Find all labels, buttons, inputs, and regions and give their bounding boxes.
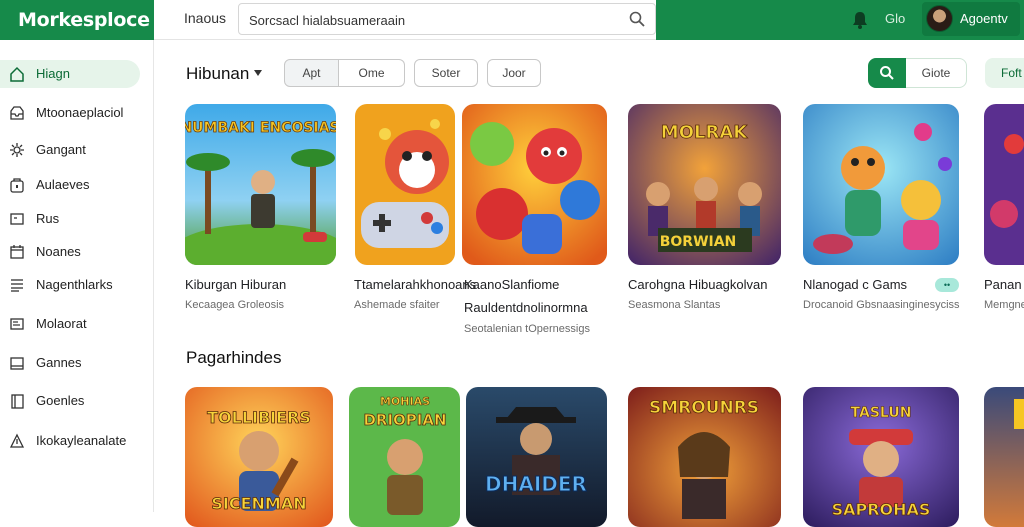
sidebar-item-label: Gangant xyxy=(36,142,86,157)
game-card-image[interactable]: MOLRAK BORWIAN xyxy=(628,104,781,265)
filter-segment-apt[interactable]: Apt xyxy=(284,59,339,87)
card-art-title: MOLRAK xyxy=(661,122,748,143)
filter-segment-ome[interactable]: Ome xyxy=(339,59,405,87)
card-subtitle: Ashemade sfaiter xyxy=(354,299,440,311)
top-bar: Morkesploce Inaous Glo Agoentv xyxy=(0,0,1024,40)
section-title[interactable]: Hibunan xyxy=(186,64,249,84)
top-label: Inaous xyxy=(184,10,227,26)
book-icon xyxy=(11,394,24,409)
sidebar-item-gannes[interactable]: Gannes xyxy=(0,349,154,377)
section-title-row2: Pagarhindes xyxy=(186,348,282,367)
card-subtitle: Kecaagea Groleosis xyxy=(185,299,285,311)
extra-button[interactable]: Foft xyxy=(985,58,1024,88)
filter-button-soter[interactable]: Soter xyxy=(414,59,478,87)
sidebar-item-label: Nagenthlarks xyxy=(36,277,113,292)
card-title[interactable]: Kiburgan Hiburan xyxy=(185,277,286,292)
card-subtitle: Drocanoid Gbsnaasinginesyciss xyxy=(803,299,960,311)
calendar-icon xyxy=(10,245,24,259)
bag-icon xyxy=(10,178,24,193)
game-card-image[interactable] xyxy=(355,104,455,265)
card-art-subtitle: BORWIAN xyxy=(660,234,737,250)
game-card-image[interactable]: TOLLIBIERS SICENMAN xyxy=(185,387,333,527)
game-card-image[interactable] xyxy=(803,104,959,265)
card-subtitle: Memgne xyxy=(984,299,1024,311)
card-art-title: TASLUN xyxy=(851,405,912,421)
card-art-subtitle: DRIOPIAN xyxy=(363,411,446,429)
sidebar-item-label: Hiagn xyxy=(36,66,70,81)
game-card-image[interactable]: SMROUNRS xyxy=(628,387,781,527)
top-right-text[interactable]: Glo xyxy=(885,11,905,26)
user-name: Agoentv xyxy=(960,11,1008,26)
sidebar-item-label: Ikokayleanalate xyxy=(36,433,127,448)
game-card-image[interactable]: NUMBAKI ENCOSIAS xyxy=(185,104,336,265)
card-art-title: MOHIAS xyxy=(380,395,430,408)
search-box[interactable] xyxy=(238,3,656,35)
settings-icon xyxy=(10,143,24,157)
list-icon xyxy=(11,279,23,292)
sidebar: Hiagn Mtoonaeplaciol Gangant Aulaeves Ru… xyxy=(0,40,154,512)
top-right-area: Glo Agoentv xyxy=(656,0,1024,40)
status-badge: •• xyxy=(935,278,959,292)
sidebar-item-marketplace[interactable]: Mtoonaeplaciol xyxy=(0,99,154,127)
sidebar-item-goenles[interactable]: Goenles xyxy=(0,387,154,415)
store-button[interactable]: Giote xyxy=(906,58,967,88)
game-card-image[interactable] xyxy=(984,104,1024,265)
sidebar-item-home[interactable]: Hiagn xyxy=(0,60,154,88)
home-icon xyxy=(10,66,24,82)
sidebar-item-bookmarks[interactable]: Nagenthlarks xyxy=(0,271,154,299)
sidebar-item-label: Mtoonaeplaciol xyxy=(36,105,124,120)
bell-icon[interactable] xyxy=(852,11,868,29)
sidebar-item-rus[interactable]: Rus xyxy=(0,205,154,233)
sidebar-item-label: Goenles xyxy=(36,393,85,408)
card-title[interactable]: Nlanogad c Gams xyxy=(803,277,907,292)
sidebar-item-label: Aulaeves xyxy=(36,177,90,192)
card-subtitle: Seotalenian tOpernessigs xyxy=(464,323,590,335)
sidebar-item-games[interactable]: Gangant xyxy=(0,136,154,164)
triangle-icon xyxy=(9,433,25,448)
user-menu[interactable]: Agoentv xyxy=(922,2,1020,36)
card-title[interactable]: KaanoSlanfiome xyxy=(464,277,559,292)
game-card-image[interactable]: MOHIAS DRIOPIAN xyxy=(349,387,460,527)
card-title[interactable]: Ttamelarahkhonoans xyxy=(354,277,476,292)
card-art-title: NUMBAKI ENCOSIAS xyxy=(185,120,336,136)
card-art-title: SMROUNRS xyxy=(649,398,759,418)
search-icon[interactable] xyxy=(629,11,645,27)
card-title-line2[interactable]: Rauldentdnolinormna xyxy=(464,300,588,315)
sidebar-item-marketplace-alt[interactable]: Ikokayleanalate xyxy=(0,427,154,455)
chevron-down-icon[interactable] xyxy=(254,70,262,76)
panel-icon xyxy=(10,357,24,370)
search-input[interactable] xyxy=(249,10,619,30)
sidebar-item-names[interactable]: Noanes xyxy=(0,238,154,266)
search-button[interactable] xyxy=(868,58,906,88)
avatar[interactable] xyxy=(926,5,953,32)
card-subtitle: Seasmona Slantas xyxy=(628,299,721,311)
sidebar-item-label: Noanes xyxy=(36,244,81,259)
game-card-image[interactable]: TASLUN SAPROHAS xyxy=(803,387,959,527)
sidebar-item-releases[interactable]: Aulaeves xyxy=(0,171,154,199)
sidebar-item-label: Molaorat xyxy=(36,316,87,331)
window-icon xyxy=(10,213,24,225)
sidebar-item-label: Gannes xyxy=(36,355,82,370)
card-art-subtitle: SAPROHAS xyxy=(832,500,931,519)
card-title[interactable]: Panan xyxy=(984,277,1022,292)
search-icon xyxy=(880,66,894,80)
card-art-title: DHAIDER xyxy=(485,472,587,496)
card-title[interactable]: Carohgna Hibuagkolvan xyxy=(628,277,767,292)
sidebar-item-label: Rus xyxy=(36,211,60,226)
card-art-subtitle: SICENMAN xyxy=(211,494,306,513)
card-icon xyxy=(10,318,24,330)
game-card-image[interactable] xyxy=(462,104,607,265)
filter-button-joor[interactable]: Joor xyxy=(487,59,541,87)
sidebar-item-molaorat[interactable]: Molaorat xyxy=(0,310,154,338)
game-card-image[interactable]: DHAIDER xyxy=(466,387,607,527)
inbox-icon xyxy=(10,106,24,120)
card-art-title: TOLLIBIERS xyxy=(207,408,311,427)
brand-logo[interactable]: Morkesploce xyxy=(0,0,154,40)
game-card-image[interactable] xyxy=(984,387,1024,527)
